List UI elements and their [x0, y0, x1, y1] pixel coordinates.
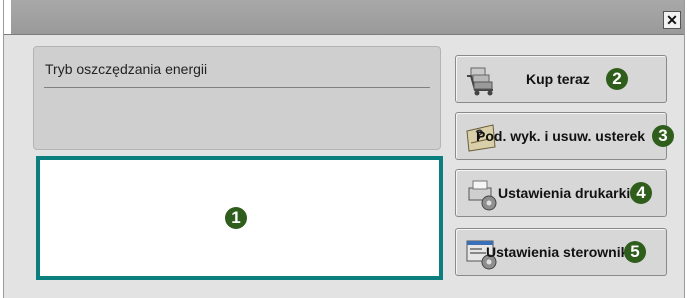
callout-5: 5: [624, 241, 646, 263]
buy-now-button[interactable]: Kup teraz 2: [455, 55, 667, 103]
driver-settings-button[interactable]: Ustawienia sterownika 5: [455, 228, 667, 276]
close-button[interactable]: ✕: [663, 11, 681, 29]
callout-2: 2: [606, 68, 628, 90]
callout-3: 3: [652, 125, 674, 147]
printer-settings-icon: [468, 180, 497, 211]
close-icon: ✕: [666, 12, 678, 28]
cart-icon: [467, 67, 493, 96]
callout-4: 4: [630, 182, 652, 204]
callout-1: 1: [225, 207, 247, 229]
printer-settings-button[interactable]: Ustawienia drukarki 4: [455, 169, 667, 217]
content-area: 1: [36, 156, 443, 280]
troubleshooting-button[interactable]: ? Pod. wyk. i usuw. usterek 3: [455, 112, 674, 160]
troubleshooting-label: Pod. wyk. i usuw. usterek: [476, 128, 646, 144]
divider: [44, 87, 430, 88]
printer-settings-label: Ustawienia drukarki: [498, 185, 631, 201]
printer-status-window: ✕ Tryb oszczędzania energii 1 Kup teraz …: [3, 0, 685, 298]
driver-settings-label: Ustawienia sterownika: [486, 244, 637, 260]
buy-now-label: Kup teraz: [526, 71, 590, 87]
energy-saving-panel: Tryb oszczędzania energii: [33, 46, 441, 150]
panel-title: Tryb oszczędzania energii: [45, 61, 208, 77]
title-bar: ✕: [4, 0, 684, 35]
